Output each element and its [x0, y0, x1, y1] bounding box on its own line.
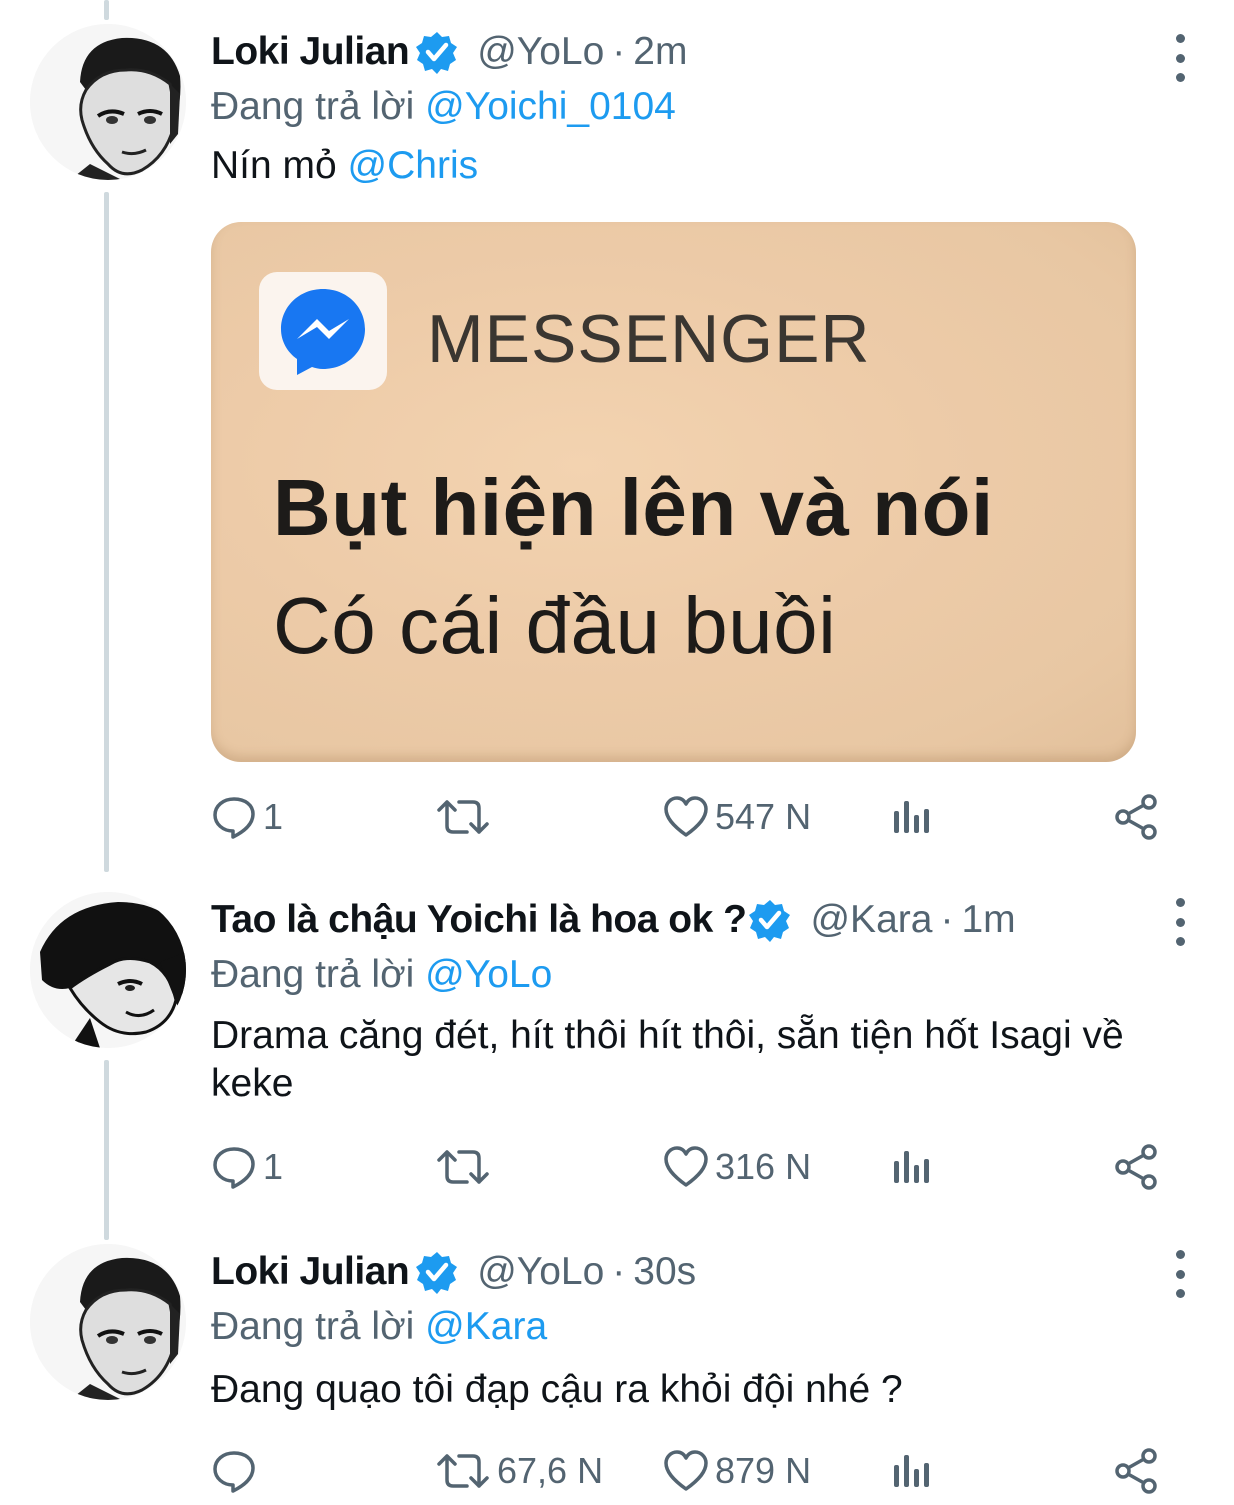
reply-button[interactable]: 1: [211, 1142, 283, 1192]
replying-to-label: Đang trả lời: [211, 1305, 415, 1348]
media-text-line: Bụt hiện lên và nói: [273, 463, 994, 552]
tweet-text: Drama căng đét, hít thôi hít thôi, sẵn t…: [211, 1012, 1194, 1108]
timestamp[interactable]: 30s: [633, 1250, 696, 1294]
author-name[interactable]: Tao là chậu Yoichi là hoa ok ?: [211, 898, 747, 942]
author-handle[interactable]: @YoLo: [477, 1250, 604, 1294]
replying-to-label: Đang trả lời: [211, 953, 415, 996]
tweet-media-image[interactable]: MESSENGER Bụt hiện lên và nói Có cái đầu…: [211, 222, 1136, 762]
like-count: 547 N: [715, 796, 812, 837]
views-button[interactable]: [891, 792, 931, 842]
reply-count: 1: [263, 796, 284, 837]
share-icon: [1115, 1448, 1157, 1494]
author-name[interactable]: Loki Julian: [211, 30, 410, 74]
heart-icon: [664, 1146, 708, 1187]
separator-dot: ·: [612, 1250, 626, 1293]
analytics-icon: [894, 801, 929, 833]
heart-icon: [664, 796, 708, 837]
more-options-icon[interactable]: [1162, 34, 1198, 82]
replying-to-mention[interactable]: @Yoichi_0104: [425, 85, 676, 128]
tweet-actions: 1 316 N: [211, 1142, 1171, 1192]
retweet-icon: [437, 1150, 489, 1184]
reply-button[interactable]: [211, 1446, 263, 1496]
separator-dot: ·: [940, 898, 954, 941]
analytics-icon: [894, 1455, 929, 1487]
share-icon: [1115, 1144, 1157, 1190]
views-button[interactable]: [891, 1142, 931, 1192]
like-button[interactable]: 879 N: [663, 1446, 811, 1496]
verified-badge-icon: [748, 898, 792, 942]
tweet-actions: 1 547 N: [211, 792, 1171, 842]
media-text-line: Có cái đầu buồi: [273, 581, 837, 670]
reply-thread: Loki Julian @YoLo · 2m Đang trả lời @Yoi…: [0, 0, 1234, 1505]
tweet-text-body: Drama căng đét, hít thôi hít thôi, sẵn t…: [211, 1014, 1124, 1105]
tweet-text: Đang quạo tôi đạp cậu ra khỏi đội nhé ?: [211, 1366, 1194, 1414]
like-count: 879 N: [715, 1450, 812, 1491]
retweet-button[interactable]: 67,6 N: [435, 1446, 603, 1496]
tweet-text-body: Nín mỏ: [211, 144, 337, 187]
tweet[interactable]: Loki Julian @YoLo · 2m Đang trả lời @Yoi…: [0, 24, 1234, 864]
replying-to: Đang trả lời @Kara: [211, 1300, 1194, 1354]
messenger-icon: [259, 272, 387, 390]
like-button[interactable]: 547 N: [663, 792, 811, 842]
avatar[interactable]: [30, 892, 186, 1048]
reply-icon: [213, 1451, 255, 1493]
tweet[interactable]: Tao là chậu Yoichi là hoa ok ? @Kara · 1…: [0, 892, 1234, 1212]
like-count: 316 N: [715, 1146, 812, 1187]
author-name[interactable]: Loki Julian: [211, 1250, 410, 1294]
tweet-text-mention[interactable]: @Chris: [348, 144, 479, 187]
tweet-header: Loki Julian @YoLo · 30s: [211, 1244, 1194, 1300]
retweet-button[interactable]: [435, 792, 497, 842]
reply-icon: [213, 1147, 255, 1189]
tweet-header: Tao là chậu Yoichi là hoa ok ? @Kara · 1…: [211, 892, 1194, 948]
retweet-count: 67,6 N: [497, 1450, 604, 1491]
tweet-header: Loki Julian @YoLo · 2m: [211, 24, 1194, 80]
avatar[interactable]: [30, 1244, 186, 1400]
tweet-text-body: Đang quạo tôi đạp cậu ra khỏi đội nhé ?: [211, 1368, 903, 1411]
heart-icon: [664, 1450, 708, 1491]
media-app-name: MESSENGER: [427, 301, 871, 377]
retweet-button[interactable]: [435, 1142, 497, 1192]
tweet-actions: 67,6 N 879 N: [211, 1446, 1171, 1496]
verified-badge-icon: [415, 1250, 459, 1294]
thread-line-top: [104, 0, 109, 20]
like-button[interactable]: 316 N: [663, 1142, 811, 1192]
retweet-icon: [437, 1454, 489, 1488]
reply-count: 1: [263, 1146, 284, 1187]
timestamp[interactable]: 2m: [633, 30, 687, 74]
replying-to-label: Đang trả lời: [211, 85, 415, 128]
views-button[interactable]: [891, 1446, 931, 1496]
share-icon: [1115, 794, 1157, 840]
avatar[interactable]: [30, 24, 186, 180]
reply-icon: [213, 797, 255, 839]
share-button[interactable]: [1113, 1446, 1159, 1496]
tweet[interactable]: Loki Julian @YoLo · 30s Đang trả lời @Ka…: [0, 1244, 1234, 1505]
author-handle[interactable]: @YoLo: [477, 30, 604, 74]
share-button[interactable]: [1113, 1142, 1159, 1192]
replying-to: Đang trả lời @Yoichi_0104: [211, 80, 1194, 134]
verified-badge-icon: [415, 30, 459, 74]
analytics-icon: [894, 1151, 929, 1183]
retweet-icon: [437, 800, 489, 834]
more-options-icon[interactable]: [1162, 898, 1198, 946]
separator-dot: ·: [612, 30, 626, 73]
more-options-icon[interactable]: [1162, 1250, 1198, 1298]
replying-to: Đang trả lời @YoLo: [211, 948, 1194, 1002]
replying-to-mention[interactable]: @YoLo: [425, 953, 552, 996]
share-button[interactable]: [1113, 792, 1159, 842]
timestamp[interactable]: 1m: [961, 898, 1015, 942]
tweet-text: Nín mỏ @Chris: [211, 142, 1194, 190]
author-handle[interactable]: @Kara: [810, 898, 932, 942]
reply-button[interactable]: 1: [211, 792, 283, 842]
replying-to-mention[interactable]: @Kara: [425, 1305, 547, 1348]
